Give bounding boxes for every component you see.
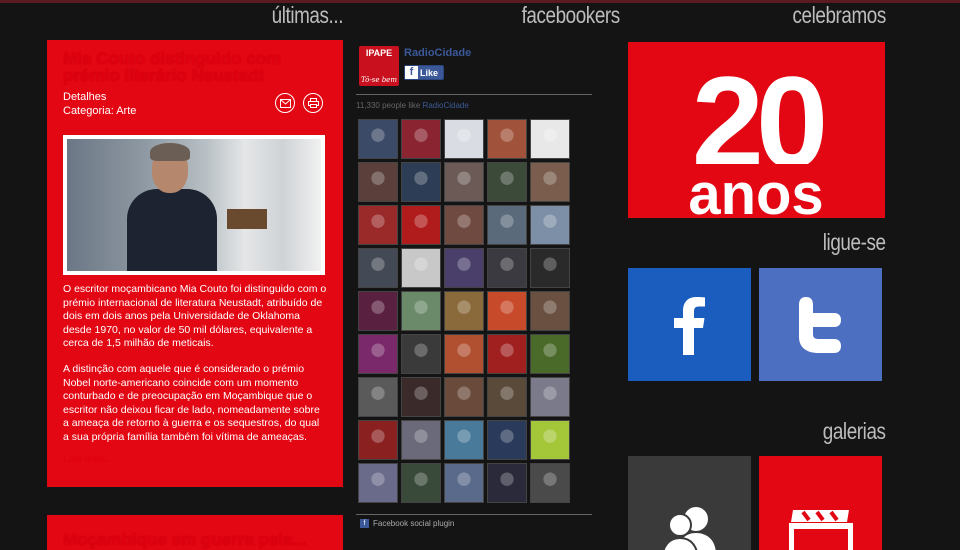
like-count: 11,330 people like RadioCidade	[356, 101, 469, 110]
ligue-se-heading: ligue-se	[823, 229, 886, 255]
fan-avatar[interactable]	[530, 420, 570, 460]
fan-avatar[interactable]	[444, 248, 484, 288]
fan-avatar[interactable]	[487, 205, 527, 245]
fan-avatar[interactable]	[401, 420, 441, 460]
ultimas-heading: últimas...	[271, 2, 344, 28]
read-more-link[interactable]: Leia mais...	[63, 454, 114, 465]
facebook-footer: f Facebook social plugin	[360, 519, 454, 528]
anniversary-banner[interactable]: 20 anos	[628, 42, 885, 218]
fan-avatar[interactable]	[401, 463, 441, 503]
facebookers-heading: facebookers	[521, 2, 621, 28]
like-button[interactable]: f Like	[404, 65, 444, 80]
divider	[356, 514, 592, 515]
fan-avatar[interactable]	[444, 334, 484, 374]
people-icon	[661, 506, 716, 550]
facebook-icon	[673, 296, 705, 355]
fan-avatar[interactable]	[530, 377, 570, 417]
twitter-tile[interactable]	[759, 268, 882, 381]
fan-avatar[interactable]	[444, 162, 484, 202]
fan-avatar[interactable]	[358, 205, 398, 245]
fan-avatar[interactable]	[401, 205, 441, 245]
fan-avatar[interactable]	[444, 420, 484, 460]
article-details-label: Detalhes	[63, 91, 107, 103]
photo-gallery-tile[interactable]	[628, 456, 751, 550]
twitter-icon	[798, 296, 841, 353]
facebook-icon: f	[360, 519, 369, 528]
print-icon[interactable]	[303, 93, 323, 113]
celebramos-heading: celebramos	[792, 2, 887, 28]
article-paragraph: A distinção com aquele que é considerado…	[63, 363, 320, 443]
fan-avatar[interactable]	[530, 463, 570, 503]
galerias-heading: galerias	[823, 418, 886, 444]
article-card: Mia Couto distinguido com prémio literár…	[47, 40, 343, 487]
like-label: Like	[420, 67, 439, 78]
fan-avatar[interactable]	[444, 119, 484, 159]
fan-avatar[interactable]	[487, 377, 527, 417]
video-gallery-tile[interactable]	[759, 456, 882, 550]
fan-avatar[interactable]	[358, 463, 398, 503]
fan-faces-grid	[358, 119, 576, 503]
fan-avatar[interactable]	[358, 377, 398, 417]
radio-logo[interactable]: IPAPE Tô-se bem	[359, 46, 399, 86]
divider	[356, 94, 592, 95]
email-icon[interactable]	[275, 93, 295, 113]
facebook-icon: f	[405, 66, 418, 79]
fan-avatar[interactable]	[358, 248, 398, 288]
fan-avatar[interactable]	[487, 291, 527, 331]
fan-avatar[interactable]	[487, 463, 527, 503]
page-link[interactable]: RadioCidade	[423, 101, 469, 110]
fan-avatar[interactable]	[401, 334, 441, 374]
fan-avatar[interactable]	[487, 334, 527, 374]
facebook-page-name[interactable]: RadioCidade	[404, 47, 471, 59]
article-title[interactable]: Mia Couto distinguido com prémio literár…	[63, 50, 323, 84]
fan-avatar[interactable]	[401, 119, 441, 159]
article-paragraph: O escritor moçambicano Mia Couto foi dis…	[63, 283, 327, 349]
article-card: Moçambique em guerra pela...	[47, 515, 343, 550]
fan-avatar[interactable]	[530, 291, 570, 331]
fan-avatar[interactable]	[530, 119, 570, 159]
fan-avatar[interactable]	[444, 463, 484, 503]
article-title[interactable]: Moçambique em guerra pela...	[63, 531, 323, 548]
article-category: Categoria: Arte	[63, 105, 137, 117]
fan-avatar[interactable]	[530, 162, 570, 202]
fan-avatar[interactable]	[358, 291, 398, 331]
fan-avatar[interactable]	[530, 334, 570, 374]
fan-avatar[interactable]	[444, 205, 484, 245]
fan-avatar[interactable]	[444, 377, 484, 417]
clapperboard-icon	[788, 509, 853, 550]
fan-avatar[interactable]	[358, 420, 398, 460]
fan-avatar[interactable]	[487, 162, 527, 202]
fan-avatar[interactable]	[358, 334, 398, 374]
fan-avatar[interactable]	[487, 420, 527, 460]
fan-avatar[interactable]	[401, 162, 441, 202]
anniversary-word: anos	[688, 162, 823, 218]
fan-avatar[interactable]	[401, 377, 441, 417]
fan-avatar[interactable]	[358, 119, 398, 159]
facebook-like-box: IPAPE Tô-se bem RadioCidade f Like 11,33…	[356, 40, 592, 530]
fan-avatar[interactable]	[530, 248, 570, 288]
fan-avatar[interactable]	[487, 119, 527, 159]
facebook-tile[interactable]	[628, 268, 751, 381]
fan-avatar[interactable]	[401, 248, 441, 288]
fan-avatar[interactable]	[358, 162, 398, 202]
fan-avatar[interactable]	[487, 248, 527, 288]
fan-avatar[interactable]	[530, 205, 570, 245]
article-photo	[63, 135, 325, 275]
fan-avatar[interactable]	[401, 291, 441, 331]
fan-avatar[interactable]	[444, 291, 484, 331]
